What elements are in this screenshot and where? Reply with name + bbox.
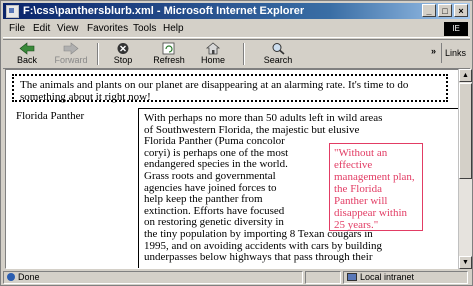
menu-edit[interactable]: Edit [33,23,50,34]
links-button[interactable]: Links [441,43,468,63]
stop-label: Stop [113,55,133,65]
maximize-button[interactable]: □ [438,4,452,17]
minimize-button[interactable]: _ [422,4,436,17]
quote-line: Panther will [334,195,388,207]
window-title: F:\css\panthersblurb.xml - Microsoft Int… [23,5,305,17]
ie-app-icon [6,5,19,18]
quote-line: effective [334,159,373,171]
article-line: underpasses below highways that pass thr… [144,251,373,264]
scroll-up-button[interactable]: ▲ [459,69,472,82]
home-button[interactable]: Home [193,41,233,67]
quote-line: the Florida [334,183,382,195]
forward-arrow-icon [63,42,79,55]
stop-button[interactable]: Stop [103,41,143,67]
toolbar: Back Forward Stop Refresh Home Search » … [3,39,470,69]
quote-line: management plan, [334,171,415,183]
toolbar-separator [97,43,99,65]
quote-line: 25 years." [334,219,379,231]
status-panel [305,271,341,284]
search-icon [272,43,285,55]
forward-button[interactable]: Forward [51,41,91,67]
scroll-thumb[interactable] [459,83,472,179]
menu-tools[interactable]: Tools [133,23,156,34]
status-done: Done [18,272,40,282]
page-content: The animals and plants on our planet are… [5,69,460,269]
forward-label: Forward [54,55,88,65]
zone-panel: Local intranet [343,271,468,284]
chevron-icon[interactable]: » [431,46,436,56]
quote-line: disappear within [334,207,408,219]
intro-box: The animals and plants on our planet are… [12,74,448,103]
menu-view[interactable]: View [57,23,79,34]
toolbar-separator [243,43,245,65]
quote-line: "Without an [334,147,388,159]
article-line: With perhaps no more than 50 adults left… [144,112,383,124]
search-button[interactable]: Search [255,41,301,67]
stop-icon [117,43,129,54]
home-label: Home [200,55,225,65]
menu-help[interactable]: Help [163,23,184,34]
refresh-button[interactable]: Refresh [149,41,189,67]
page-icon [7,273,15,281]
status-text: Done [3,271,303,284]
status-bar: Done Local intranet [3,271,470,285]
back-label: Back [16,55,37,65]
intranet-icon [347,273,357,281]
title-bar[interactable]: F:\css\panthersblurb.xml - Microsoft Int… [3,3,470,19]
refresh-icon [162,42,175,55]
browser-window: F:\css\panthersblurb.xml - Microsoft Int… [0,0,473,286]
back-button[interactable]: Back [7,41,47,67]
article: With perhaps no more than 50 adults left… [138,108,459,268]
menu-file[interactable]: File [9,23,25,34]
vertical-scrollbar[interactable]: ▲ ▼ [458,69,472,269]
pull-quote: "Without an effective management plan, t… [329,143,423,231]
zone-label: Local intranet [360,272,415,282]
search-label: Search [263,55,293,65]
refresh-label: Refresh [153,55,185,65]
scroll-down-button[interactable]: ▼ [459,256,472,269]
close-button[interactable]: × [454,4,468,17]
menu-favorites[interactable]: Favorites [87,23,128,34]
home-icon [205,42,221,55]
windows-logo-icon: IE [444,22,468,36]
back-arrow-icon [19,42,35,55]
menu-bar: File Edit View Favorites Tools Help IE [3,21,470,38]
side-heading: Florida Panther [16,110,85,122]
